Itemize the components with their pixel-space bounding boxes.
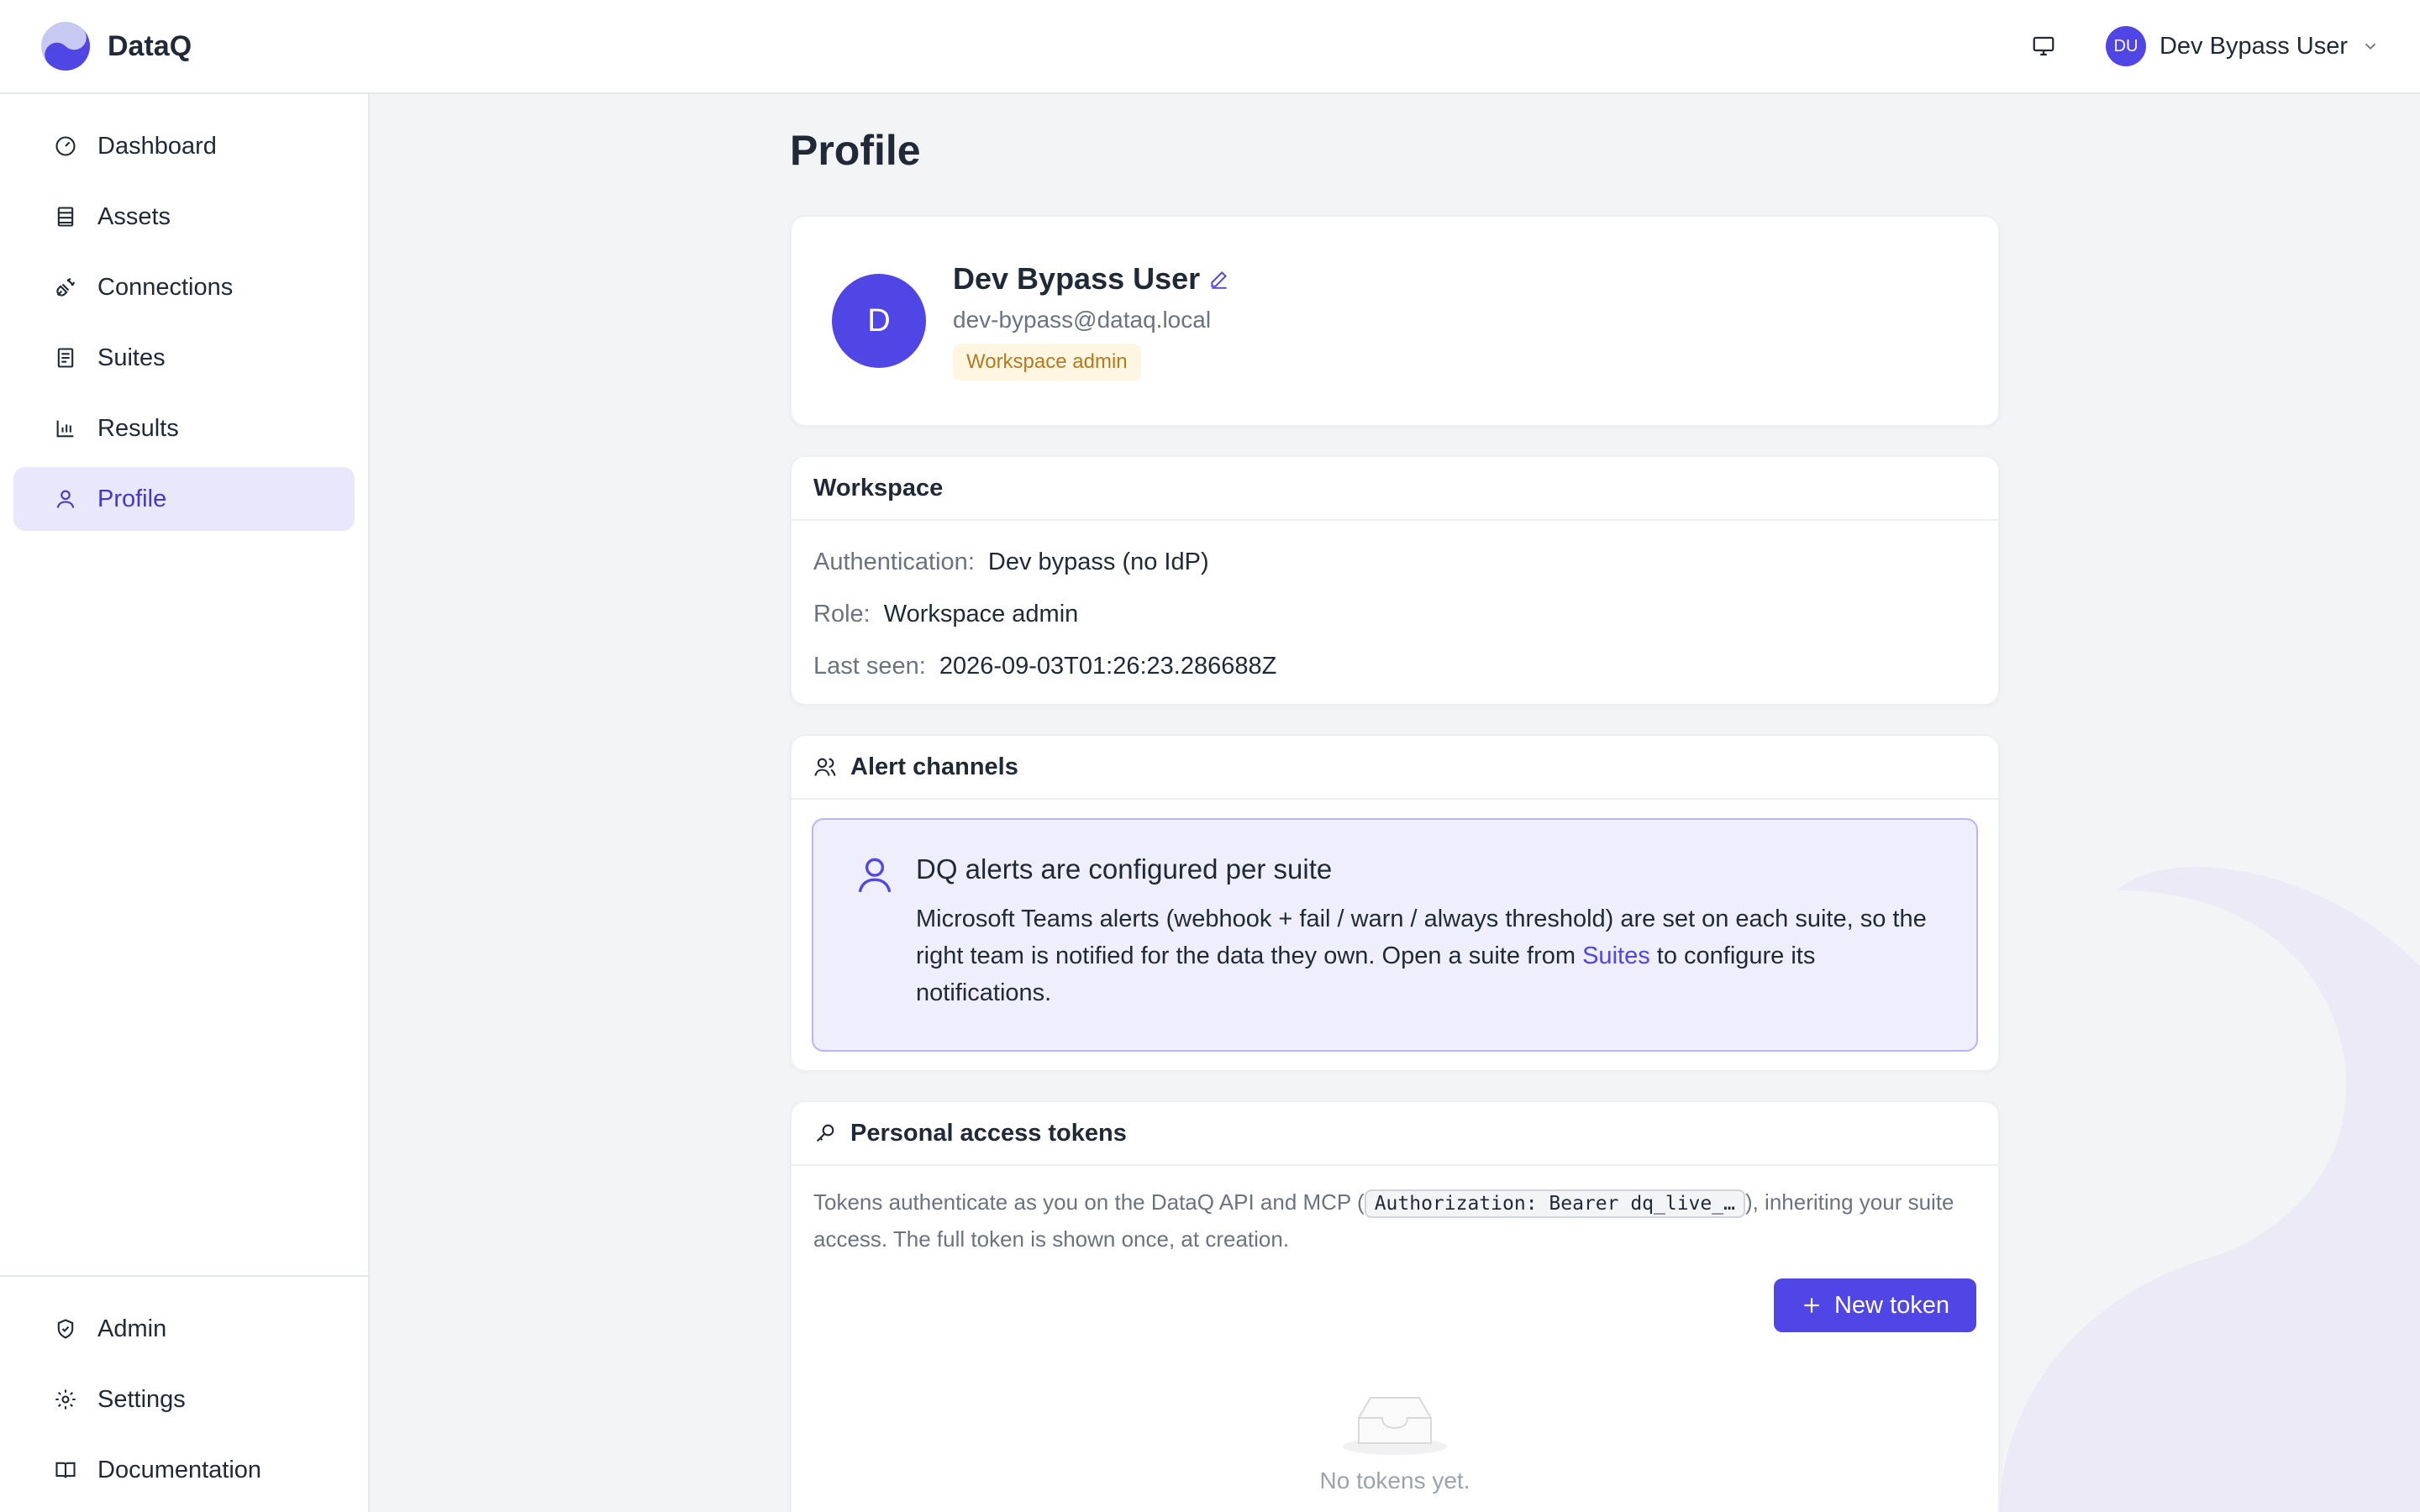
- role-label: Role: [813, 601, 864, 627]
- user-menu[interactable]: DU Dev Bypass User: [2105, 26, 2380, 66]
- sidebar-item-connections[interactable]: Connections: [13, 255, 355, 319]
- sidebar-item-profile[interactable]: Profile: [13, 467, 355, 531]
- monitor-icon: [2033, 36, 2054, 56]
- last-seen-value: 2026-09-03T01:26:23.286688Z: [939, 653, 1277, 680]
- alerts-notice: DQ alerts are configured per suite Micro…: [812, 818, 1978, 1052]
- gear-icon: [55, 1389, 76, 1410]
- main-content: Profile D Dev Bypass User dev-bypass@dat…: [790, 126, 2000, 1512]
- key-icon: [816, 1124, 834, 1142]
- sidebar-item-label: Connections: [97, 273, 234, 301]
- tokens-desc-part: Tokens authenticate as you on the DataQ …: [813, 1189, 1365, 1215]
- role-value: Workspace admin: [883, 601, 1079, 627]
- alert-channels-card: Alert channels DQ alerts are configured …: [790, 734, 2000, 1072]
- notice-text: Microsoft Teams alerts (webhook + fail /…: [916, 900, 1936, 1011]
- profile-email: dev-bypass@dataq.local: [953, 307, 1212, 333]
- brand[interactable]: DataQ: [40, 21, 192, 71]
- background-decoration: [2000, 867, 2420, 1512]
- workspace-title: Workspace: [813, 474, 944, 501]
- sidebar-item-admin[interactable]: Admin: [13, 1297, 355, 1361]
- user-icon: [56, 490, 75, 508]
- user-menu-name: Dev Bypass User: [2159, 32, 2348, 60]
- role-badge: Workspace admin: [953, 344, 1141, 381]
- sidebar-item-label: Assets: [97, 202, 171, 230]
- sidebar-item-results[interactable]: Results: [13, 396, 355, 460]
- role-row: Role: Workspace admin: [813, 588, 1976, 640]
- book-icon: [55, 1462, 76, 1478]
- sidebar-item-assets[interactable]: Assets: [13, 185, 355, 249]
- auth-value: Dev bypass (no IdP): [987, 549, 1209, 575]
- last-seen-row: Last seen: 2026-09-03T01:26:23.286688Z: [813, 640, 1976, 692]
- sidebar-item-label: Admin: [97, 1315, 167, 1342]
- tokens-description: Tokens authenticate as you on the DataQ …: [813, 1184, 1976, 1257]
- tokens-empty-state: No tokens yet.: [813, 1332, 1976, 1512]
- page-title: Profile: [790, 127, 921, 174]
- chevron-down-icon: [2365, 43, 2376, 50]
- profile-card: D Dev Bypass User dev-bypass@dataq.local…: [790, 215, 2000, 427]
- sidebar-item-label: Documentation: [97, 1456, 262, 1483]
- tokens-title: Personal access tokens: [850, 1119, 1127, 1147]
- users-icon: [814, 758, 836, 776]
- gauge-icon: [55, 136, 76, 156]
- bar-chart-icon: [56, 420, 74, 438]
- auth-header-code: Authorization: Bearer dq_live_…: [1364, 1189, 1745, 1218]
- user-icon: [858, 858, 892, 893]
- plug-icon: [56, 277, 76, 297]
- alert-channels-title: Alert channels: [850, 753, 1018, 780]
- profile-avatar: D: [832, 274, 926, 368]
- shield-icon: [57, 1319, 74, 1339]
- sidebar-item-label: Suites: [97, 344, 166, 371]
- sidebar-item-label: Dashboard: [97, 132, 217, 160]
- sidebar-item-label: Settings: [97, 1385, 186, 1413]
- workspace-card: Workspace Authentication: Dev bypass (no…: [790, 455, 2000, 706]
- sidebar-footer-nav: Admin Settings Documentation: [0, 1275, 368, 1512]
- sidebar-item-documentation[interactable]: Documentation: [13, 1438, 355, 1502]
- suites-link[interactable]: Suites: [1582, 942, 1650, 969]
- auth-label: Authentication: [813, 549, 968, 575]
- dataq-logo-icon: [41, 22, 90, 71]
- new-token-label: New token: [1833, 1291, 1949, 1319]
- checklist-icon: [57, 348, 74, 368]
- sidebar-nav: Dashboard Assets Connections Suites Resu…: [0, 94, 368, 558]
- sidebar-item-label: Profile: [97, 485, 167, 512]
- empty-text: No tokens yet.: [1319, 1467, 1470, 1494]
- plus-icon: [1804, 1298, 1819, 1313]
- notice-title: DQ alerts are configured per suite: [916, 853, 1333, 885]
- tokens-card: Personal access tokens Tokens authentica…: [790, 1100, 2000, 1512]
- brand-name: DataQ: [108, 29, 192, 62]
- sidebar-item-label: Results: [97, 414, 179, 442]
- alert-channels-header: Alert channels: [792, 736, 1998, 800]
- inbox-icon: [1343, 1397, 1447, 1455]
- new-token-button[interactable]: New token: [1773, 1278, 1976, 1332]
- last-seen-label: Last seen: [813, 653, 919, 680]
- display-mode-button[interactable]: [2025, 28, 2062, 65]
- edit-name-icon[interactable]: [1208, 268, 1230, 290]
- tokens-header: Personal access tokens: [792, 1102, 1998, 1166]
- sidebar-item-settings[interactable]: Settings: [13, 1368, 355, 1431]
- sidebar: Dashboard Assets Connections Suites Resu…: [0, 94, 370, 1512]
- avatar: DU: [2105, 26, 2146, 66]
- sidebar-item-suites[interactable]: Suites: [13, 326, 355, 390]
- table-icon: [57, 207, 74, 227]
- workspace-header: Workspace: [792, 457, 1998, 521]
- top-bar: DataQ DU Dev Bypass User: [0, 0, 2420, 94]
- sidebar-item-dashboard[interactable]: Dashboard: [13, 114, 355, 178]
- auth-row: Authentication: Dev bypass (no IdP): [813, 536, 1976, 588]
- profile-name: Dev Bypass User: [953, 261, 1201, 296]
